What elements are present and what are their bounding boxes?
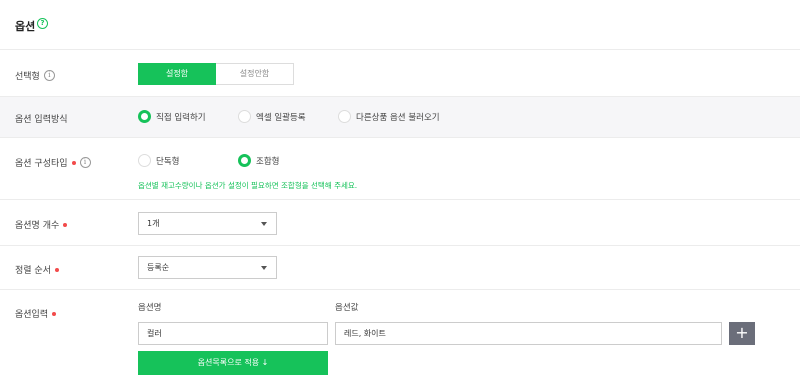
option-count-row: 옵션명 개수 1개	[0, 200, 800, 246]
input-method-label: 옵션 입력방식	[15, 115, 68, 125]
option-type-label: 선택형 i	[15, 69, 55, 82]
required-dot	[54, 267, 59, 272]
radio-combined-type[interactable]: 조합형	[238, 154, 279, 167]
option-type-on-button[interactable]: 설정함	[138, 63, 216, 85]
radio-load-other-product[interactable]: 다른상품 옵션 불러오기	[338, 110, 440, 123]
option-name-input[interactable]: 컬러	[138, 322, 328, 345]
option-value-header: 옵션값	[335, 303, 359, 313]
apply-to-option-list-button[interactable]: 옵션목록으로 적용 ↓	[138, 351, 328, 375]
plus-icon: +	[735, 323, 749, 342]
required-dot	[63, 222, 68, 227]
radio-unchecked-icon[interactable]	[138, 154, 151, 167]
radio-unchecked-icon[interactable]	[338, 110, 351, 123]
option-name-header: 옵션명	[138, 303, 162, 313]
radio-single-type[interactable]: 단독형	[138, 154, 179, 167]
question-circle-icon[interactable]: ?	[37, 18, 48, 29]
caret-down-icon	[261, 266, 267, 270]
radio-excel-upload[interactable]: 엑셀 일괄등록	[238, 110, 306, 123]
option-type-row: 선택형 i 설정함 설정안함	[0, 50, 800, 97]
radio-checked-icon[interactable]	[238, 154, 251, 167]
option-input-label: 옵션입력	[15, 307, 57, 320]
input-method-row: 옵션 입력방식 직접 입력하기 엑셀 일괄등록 다른상품 옵션 불러오기	[0, 97, 800, 138]
page-title: 옵션	[15, 20, 36, 33]
option-count-select[interactable]: 1개	[138, 212, 277, 235]
composition-type-row: 옵션 구성타입 i 단독형 조합형 옵션별 재고수량이나 옵션가 설정이 필요하면…	[0, 138, 800, 200]
info-icon[interactable]: i	[79, 157, 91, 168]
composition-type-label: 옵션 구성타입 i	[15, 156, 91, 169]
radio-unchecked-icon[interactable]	[238, 110, 251, 123]
option-count-label: 옵션명 개수	[15, 218, 68, 231]
add-option-button[interactable]: +	[729, 322, 755, 345]
sort-order-row: 정렬 순서 등록순	[0, 246, 800, 290]
radio-checked-icon[interactable]	[138, 110, 151, 123]
section-header: 옵션 ?	[0, 0, 800, 50]
required-dot	[71, 160, 76, 165]
caret-down-icon	[261, 222, 267, 226]
composition-hint: 옵션별 재고수량이나 옵션가 설정이 필요하면 조합형을 선택해 주세요.	[138, 181, 358, 190]
option-type-off-button[interactable]: 설정안함	[216, 63, 294, 85]
option-type-toggle: 설정함 설정안함	[138, 63, 294, 85]
required-dot	[52, 311, 57, 316]
sort-order-select[interactable]: 등록순	[138, 256, 277, 279]
option-value-input[interactable]: 레드, 화이트	[335, 322, 722, 345]
radio-direct-input[interactable]: 직접 입력하기	[138, 110, 206, 123]
sort-order-label: 정렬 순서	[15, 263, 59, 276]
info-icon[interactable]: i	[43, 70, 55, 81]
